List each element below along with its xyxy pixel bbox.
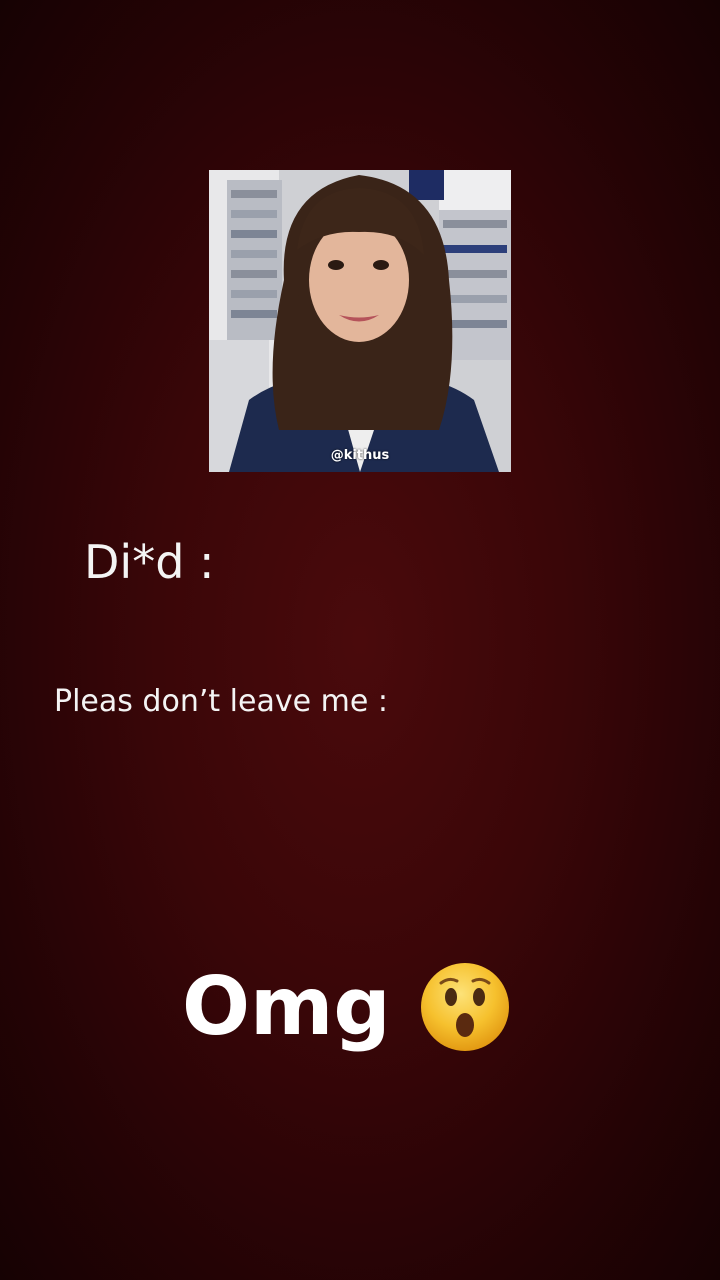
video-screen[interactable]: @kithus Di*d : Pleas don’t leave me : Om… xyxy=(0,0,720,1280)
character-photo: @kithus xyxy=(209,170,511,472)
caption-line-3: Omg xyxy=(182,960,391,1053)
caption-line-3-container: Omg xyxy=(182,960,511,1053)
caption-line-2: Pleas don’t leave me : xyxy=(54,684,388,719)
astonished-face-icon xyxy=(419,961,511,1053)
watermark-text: @kithus xyxy=(330,448,390,463)
caption-line-1: Di*d : xyxy=(84,535,215,589)
woman-photo-illustration xyxy=(209,170,511,472)
